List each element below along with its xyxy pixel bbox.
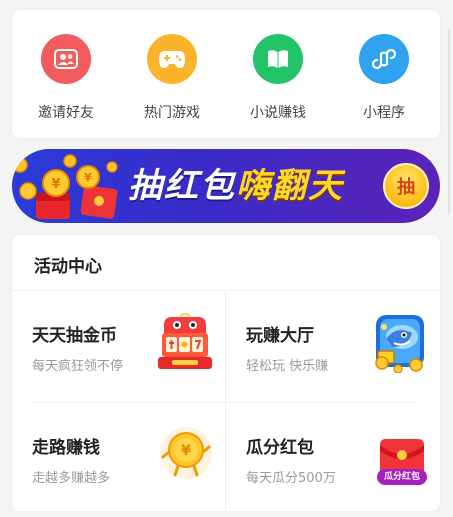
invite-friends-icon (41, 34, 91, 84)
quick-label: 热门游戏 (144, 105, 200, 121)
scroll-edge (448, 30, 450, 215)
quick-label: 邀请好友 (38, 105, 94, 121)
activity-desc: 每天瓜分500万 (246, 471, 336, 486)
activity-name: 瓜分红包 (246, 438, 314, 458)
svg-text:¥: ¥ (84, 171, 92, 184)
walk-earn-item[interactable]: 走路赚钱 走越多赚越多 ¥ (12, 403, 222, 515)
svg-text:¥: ¥ (181, 443, 191, 459)
daily-coin-draw-item[interactable]: 天天抽金币 每天疯狂领不停 (12, 291, 222, 403)
banner-text-yellow: 嗨翻天 (236, 166, 344, 206)
svg-text:¥: ¥ (51, 177, 60, 192)
activity-desc: 每天疯狂领不停 (32, 359, 124, 374)
activity-desc: 走越多赚越多 (32, 471, 111, 486)
slot-machine-icon (158, 313, 212, 369)
banner-text-white: 抽红包 (128, 166, 236, 206)
walking-coin-icon: ¥ (160, 427, 212, 479)
book-icon (253, 34, 303, 84)
share-red-packet-item[interactable]: 瓜分红包 每天瓜分500万 瓜分红包 (226, 403, 436, 515)
hot-games-entry[interactable]: 热门游戏 (122, 34, 222, 134)
activity-center-card: 活动中心 天天抽金币 每天疯狂领不停 玩赚大厅 轻松玩 快乐赚 走路赚钱 走越多… (12, 235, 440, 511)
quick-entry-card: 邀请好友 热门游戏 小说赚钱 小程序 (12, 10, 440, 138)
quick-label: 小说赚钱 (250, 105, 306, 121)
mini-program-entry[interactable]: 小程序 (334, 34, 434, 134)
invite-friends-entry[interactable]: 邀请好友 (16, 34, 116, 134)
red-packet-icon: 瓜分红包 (374, 437, 430, 487)
activity-name: 天天抽金币 (32, 326, 117, 346)
novel-earn-entry[interactable]: 小说赚钱 (228, 34, 328, 134)
activity-name: 走路赚钱 (32, 438, 100, 458)
activity-name: 玩赚大厅 (246, 326, 314, 346)
red-packet-badge-text: 瓜分红包 (383, 472, 420, 482)
mini-program-icon (359, 34, 409, 84)
banner-headline: 抽红包嗨翻天 (128, 163, 344, 209)
quick-label: 小程序 (363, 105, 405, 121)
gamepad-icon (147, 34, 197, 84)
draw-button[interactable]: 抽 (383, 163, 429, 209)
activity-center-title: 活动中心 (34, 257, 102, 277)
play-earn-hall-item[interactable]: 玩赚大厅 轻松玩 快乐赚 (226, 291, 436, 403)
game-hall-icon (375, 315, 424, 373)
coins-and-red-packets-icon: ¥ ¥ (12, 154, 118, 219)
draw-red-packet-banner[interactable]: ¥ ¥ 抽红包嗨翻天 抽 (12, 149, 440, 223)
activity-desc: 轻松玩 快乐赚 (246, 359, 329, 374)
